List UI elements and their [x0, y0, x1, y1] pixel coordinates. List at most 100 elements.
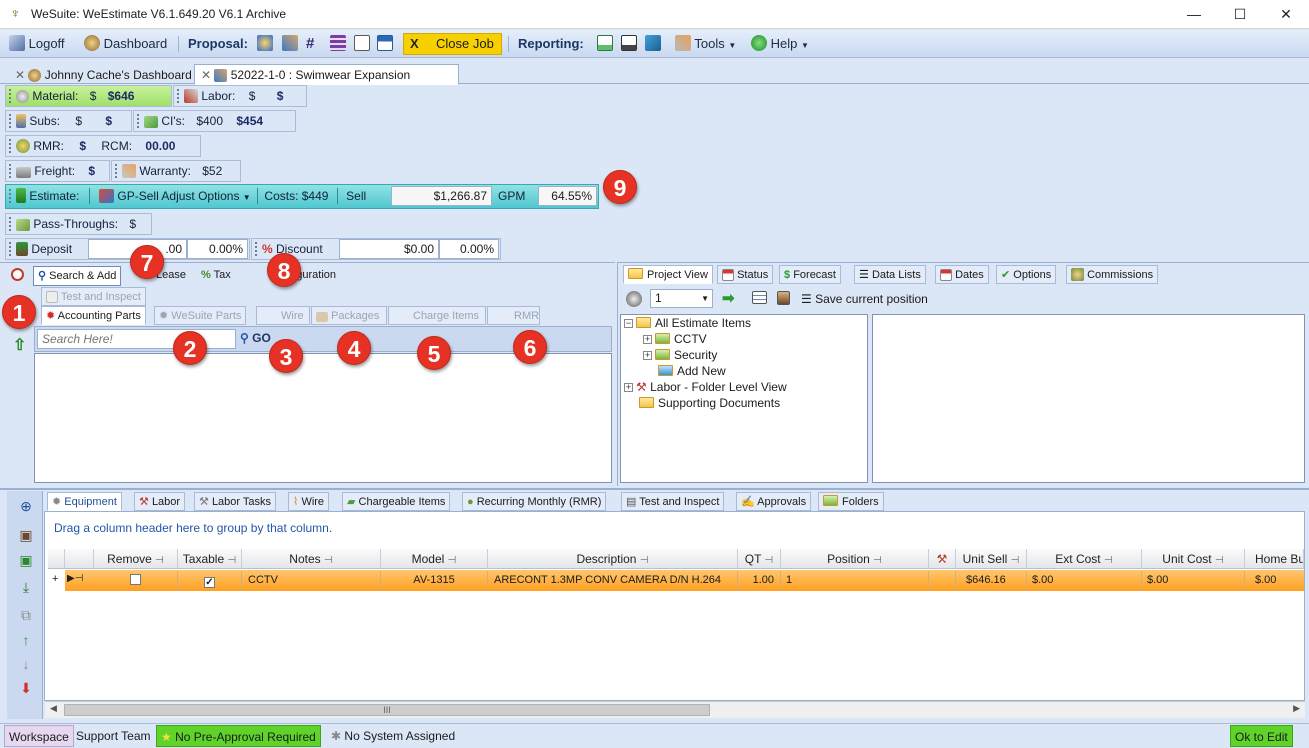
tab-project-view[interactable]: Project View	[623, 265, 713, 284]
discount-percent-field[interactable]: 0.00%	[439, 239, 499, 259]
tab-estimate[interactable]: ✕ 52022-1-0 : Swimwear Expansion Estimat…	[194, 64, 459, 102]
tab-recurring-monthly[interactable]: ● Recurring Monthly (RMR)	[462, 492, 607, 511]
pin-icon[interactable]: ⊣	[155, 555, 164, 566]
collapse-icon[interactable]: −	[624, 319, 633, 328]
cell-unit-sell[interactable]: $646.16	[956, 571, 1027, 590]
tab-forecast[interactable]: $ Forecast	[779, 265, 841, 284]
tab-wire[interactable]: ⌇ Wire	[288, 492, 330, 511]
system-status[interactable]: ✱ No System Assigned	[327, 725, 459, 747]
cell-home-buy[interactable]: $.00	[1245, 571, 1304, 590]
tab-status[interactable]: Status	[717, 265, 774, 284]
tab-commissions[interactable]: Commissions	[1066, 265, 1159, 284]
tab-approvals[interactable]: ✍ Approvals	[736, 492, 812, 511]
deposit-percent-field[interactable]: 0.00%	[187, 239, 248, 259]
column-header-notes[interactable]: Notes ⊣	[242, 549, 381, 569]
pin-icon[interactable]: ⊣	[1104, 555, 1113, 566]
grip-handle[interactable]	[177, 89, 181, 103]
tree-cctv[interactable]: + CCTV	[643, 331, 707, 347]
preapproval-status[interactable]: ★ No Pre-Approval Required	[156, 725, 321, 747]
horizontal-scrollbar[interactable]: ◀ III ▶	[45, 701, 1305, 718]
column-header-home-buy[interactable]: Home Buy	[1245, 549, 1304, 569]
expand-row-icon[interactable]: +	[52, 573, 58, 585]
tab-labor-tasks[interactable]: ⚒ Labor Tasks	[194, 492, 277, 511]
move-up-icon[interactable]: ↑	[15, 630, 37, 650]
close-tab-icon[interactable]: ✕	[201, 68, 211, 82]
delete-icon[interactable]: ⬇	[15, 678, 37, 698]
grip-handle[interactable]	[9, 189, 13, 203]
tree-add-new[interactable]: Add New	[658, 363, 726, 379]
tab-data-lists[interactable]: ☰ Data Lists	[854, 265, 926, 284]
position-select[interactable]: 1 ▼	[650, 289, 713, 308]
taxable-checkbox[interactable]: ✓	[204, 577, 215, 588]
cell-notes[interactable]: CCTV	[242, 571, 381, 590]
pin-icon[interactable]: ⊣	[448, 555, 457, 566]
ok-to-edit-status[interactable]: Ok to Edit	[1230, 725, 1293, 747]
close-tab-icon[interactable]: ✕	[15, 68, 25, 82]
document-icon[interactable]	[377, 35, 393, 51]
expand-icon[interactable]: +	[643, 335, 652, 344]
move-down-icon[interactable]: ↓	[15, 654, 37, 674]
tab-chargeable-items[interactable]: ▰ Chargeable Items	[342, 492, 451, 511]
tools-wrench-icon[interactable]	[282, 35, 298, 51]
save-position-button[interactable]: ☰ Save current position	[801, 292, 928, 306]
grip-handle[interactable]	[137, 114, 141, 128]
minimize-button[interactable]: —	[1171, 0, 1217, 28]
add-item-icon[interactable]: ⊕	[15, 496, 37, 516]
column-header-remove[interactable]: Remove ⊣	[94, 549, 178, 569]
column-header-unit-sell[interactable]: Unit Sell ⊣	[956, 549, 1027, 569]
gp-sell-adjust-dropdown[interactable]: GP-Sell Adjust Options ▼	[99, 189, 251, 203]
cell-qt[interactable]: 1.00	[738, 571, 781, 590]
cell-position[interactable]: 1	[781, 571, 929, 590]
cell-taxable[interactable]: ✓	[178, 571, 242, 590]
column-header-position[interactable]: Position ⊣	[781, 549, 929, 569]
arrow-right-icon[interactable]: ➡	[722, 289, 735, 307]
subtab-wire[interactable]: Wire	[256, 306, 310, 325]
cell-ext-cost[interactable]: $.00	[1027, 571, 1142, 590]
subtab-rmr[interactable]: RMR	[487, 306, 540, 325]
tree-security[interactable]: + Security	[643, 347, 717, 363]
workspace-status[interactable]: Workspace	[4, 725, 74, 747]
table-icon[interactable]	[752, 291, 767, 304]
grip-handle[interactable]	[115, 164, 119, 178]
logoff-button[interactable]: Logoff	[9, 35, 65, 53]
clipboard-icon[interactable]	[354, 35, 370, 51]
people-icon[interactable]	[257, 35, 273, 51]
subtab-packages[interactable]: Packages	[311, 306, 387, 325]
import-icon[interactable]: ▣	[15, 525, 37, 545]
cell-model[interactable]: AV-1315	[381, 571, 488, 590]
column-header-unit-cost[interactable]: Unit Cost ⊣	[1142, 549, 1245, 569]
settings-gear-icon[interactable]	[626, 291, 642, 307]
grip-handle[interactable]	[9, 114, 13, 128]
up-arrow-icon[interactable]: ⇧	[13, 335, 26, 355]
column-header-taxable[interactable]: Taxable ⊣	[178, 549, 242, 569]
column-header-ext-cost[interactable]: Ext Cost ⊣	[1027, 549, 1142, 569]
scroll-right-icon[interactable]: ▶	[1293, 703, 1300, 714]
scroll-left-icon[interactable]: ◀	[50, 703, 57, 714]
tab-tax[interactable]: % Tax	[197, 266, 235, 285]
pin-icon[interactable]: ⊣	[640, 555, 649, 566]
grip-handle[interactable]	[255, 242, 259, 256]
grip-handle[interactable]	[9, 217, 13, 231]
column-header-model[interactable]: Model ⊣	[381, 549, 488, 569]
grip-handle[interactable]	[9, 139, 13, 153]
copy-icon[interactable]: ⧉	[15, 605, 37, 625]
scrollbar-thumb[interactable]: III	[64, 704, 710, 716]
column-header-tools[interactable]: ⚒	[929, 549, 956, 569]
gpm-value-field[interactable]: 64.55%	[538, 186, 597, 206]
cell-remove[interactable]	[94, 571, 178, 590]
subtab-accounting-parts[interactable]: ✹ Accounting Parts	[41, 306, 146, 325]
tab-search-add[interactable]: ⚲ Search & Add	[33, 266, 122, 286]
grip-handle[interactable]	[9, 89, 13, 103]
tree-supporting-docs[interactable]: Supporting Documents	[639, 395, 780, 411]
pin-icon[interactable]: ⊣	[873, 555, 882, 566]
contact-card-icon[interactable]	[777, 291, 790, 305]
search-results-list[interactable]	[34, 353, 612, 483]
pin-icon[interactable]: ⊣	[228, 555, 237, 566]
tab-dashboard[interactable]: ✕ Johnny Cache's Dashboard	[8, 64, 193, 85]
column-header-qt[interactable]: QT ⊣	[738, 549, 781, 569]
cell-tools[interactable]	[929, 571, 956, 590]
dashboard-button[interactable]: Dashboard	[84, 35, 167, 53]
discount-amount-field[interactable]: $0.00	[339, 239, 439, 259]
go-button[interactable]: ⚲ GO	[240, 331, 271, 345]
tab-equipment[interactable]: ✹ Equipment	[47, 492, 122, 511]
